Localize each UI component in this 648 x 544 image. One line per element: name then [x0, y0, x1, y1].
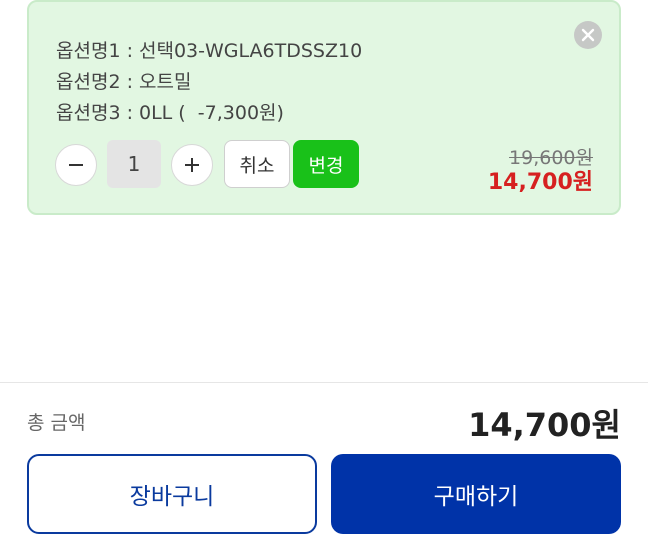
buy-now-button[interactable]: 구매하기 — [331, 454, 621, 534]
cancel-button[interactable]: 취소 — [224, 140, 290, 188]
sale-price: 14,700원 — [487, 170, 593, 195]
remove-option-button[interactable] — [574, 21, 602, 49]
plus-icon — [185, 158, 199, 172]
close-icon — [581, 28, 595, 42]
option-line-2: 옵션명2 : 오트밀 — [56, 71, 192, 93]
quantity-decrease-button[interactable] — [55, 144, 97, 186]
change-button[interactable]: 변경 — [293, 140, 359, 188]
minus-icon — [69, 164, 83, 166]
total-label: 총 금액 — [27, 412, 86, 434]
summary-divider — [0, 382, 648, 383]
selected-option-card: 옵션명1 : 선택03-WGLA6TDSSZ10 옵션명2 : 오트밀 옵션명3… — [27, 0, 621, 215]
add-to-cart-button[interactable]: 장바구니 — [27, 454, 317, 534]
option-line-3: 옵션명3 : 0LL ( -7,300원) — [56, 102, 284, 124]
quantity-increase-button[interactable] — [171, 144, 213, 186]
total-amount: 14,700원 — [468, 406, 621, 444]
option-line-1: 옵션명1 : 선택03-WGLA6TDSSZ10 — [56, 40, 363, 62]
quantity-value[interactable]: 1 — [107, 140, 161, 188]
